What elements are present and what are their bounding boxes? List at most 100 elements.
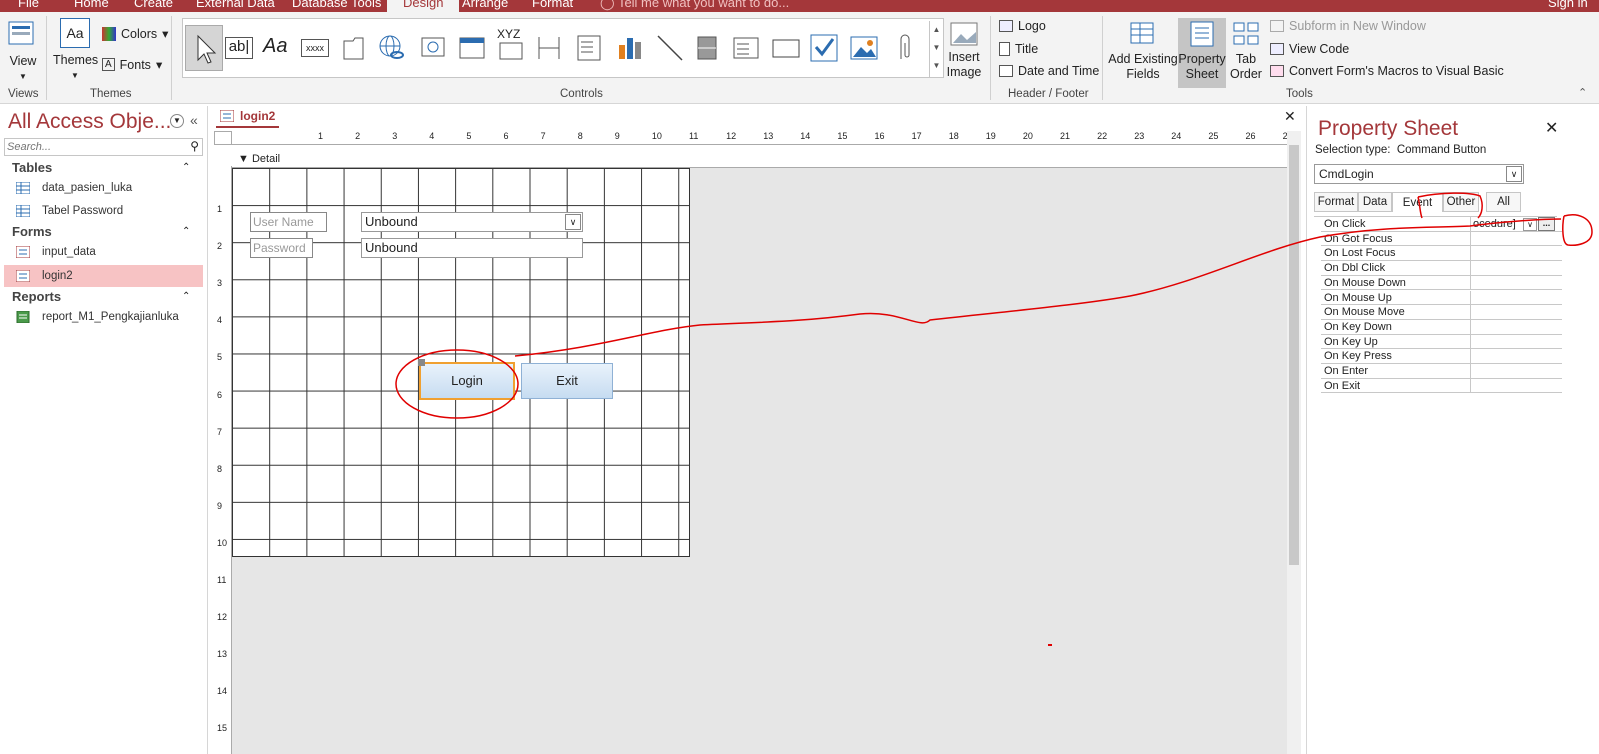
tab-database-tools[interactable]: Database Tools: [292, 0, 381, 10]
view-button[interactable]: View ▼: [6, 20, 40, 84]
ps-tab-event[interactable]: Event: [1392, 192, 1443, 212]
nav-search-input[interactable]: [5, 139, 181, 155]
nav-menu-icon[interactable]: ▼: [170, 114, 184, 128]
convert-macros-button[interactable]: Convert Form's Macros to Visual Basic: [1270, 64, 1504, 78]
chevron-down-icon[interactable]: ∨: [1523, 218, 1537, 231]
chevron-down-icon[interactable]: ∨: [1506, 166, 1522, 182]
vertical-scrollbar[interactable]: [1287, 131, 1301, 754]
close-document-icon[interactable]: ✕: [1284, 108, 1296, 125]
ps-tab-all[interactable]: All: [1486, 192, 1521, 212]
property-value[interactable]: [1471, 305, 1562, 319]
select-pointer-icon[interactable]: [185, 25, 223, 71]
property-row[interactable]: On Key Down: [1321, 319, 1562, 335]
nav-item-tabel-password[interactable]: Tabel Password: [4, 200, 203, 222]
property-value[interactable]: [1471, 276, 1562, 290]
login-button[interactable]: Login: [419, 362, 515, 400]
password-label[interactable]: Password: [250, 238, 313, 258]
object-selector[interactable]: CmdLogin ∨: [1314, 164, 1524, 184]
property-value[interactable]: [1471, 364, 1562, 378]
rectangle-icon[interactable]: [771, 33, 801, 63]
tab-home[interactable]: Home: [74, 0, 109, 10]
image-icon[interactable]: [849, 33, 879, 63]
property-row[interactable]: On Mouse Down: [1321, 275, 1562, 291]
fonts-button[interactable]: A Fonts ▾: [102, 57, 162, 72]
detail-section-bar[interactable]: ▼ Detail: [232, 150, 1287, 168]
property-row[interactable]: On Lost Focus: [1321, 246, 1562, 262]
search-icon[interactable]: ⚲: [190, 139, 199, 153]
tab-arrange[interactable]: Arrange: [462, 0, 508, 10]
property-row[interactable]: On Key Press: [1321, 349, 1562, 364]
tab-create[interactable]: Create: [134, 0, 173, 10]
toggle-button-icon[interactable]: [693, 33, 723, 63]
builder-button[interactable]: ...: [1538, 217, 1555, 231]
property-row[interactable]: On Mouse Move: [1321, 305, 1562, 320]
date-time-button[interactable]: Date and Time: [999, 64, 1099, 78]
nav-item-login2[interactable]: login2: [4, 265, 203, 287]
property-value[interactable]: [1471, 349, 1562, 363]
document-tab-login2[interactable]: login2: [216, 106, 280, 128]
exit-button[interactable]: Exit: [521, 363, 613, 399]
form-selector[interactable]: [214, 131, 232, 145]
close-property-sheet-icon[interactable]: ✕: [1545, 118, 1558, 138]
logo-button[interactable]: Logo: [999, 19, 1046, 33]
property-row[interactable]: On Key Up: [1321, 334, 1562, 350]
nav-item-data-pasien-luka[interactable]: data_pasien_luka: [4, 177, 203, 199]
nav-section-reports[interactable]: Reports: [12, 289, 61, 304]
tab-format[interactable]: Format: [532, 0, 573, 10]
property-row[interactable]: On Enter: [1321, 364, 1562, 379]
label-control-icon[interactable]: Aa: [263, 35, 293, 65]
themes-button[interactable]: Aa Themes ▼: [53, 18, 98, 83]
collapse-ribbon-icon[interactable]: ⌃: [1578, 86, 1587, 99]
page-break-icon[interactable]: [535, 33, 565, 63]
property-value[interactable]: [1471, 232, 1562, 246]
insert-image-button[interactable]: Insert Image: [944, 20, 984, 80]
view-code-button[interactable]: View Code: [1270, 42, 1349, 56]
attachment-icon[interactable]: [889, 33, 919, 63]
button-control-icon[interactable]: xxxx: [301, 39, 329, 57]
collapse-reports-icon[interactable]: ⌃: [182, 291, 190, 302]
scrollbar-thumb[interactable]: [1289, 145, 1299, 565]
tell-me-box[interactable]: ◯ Tell me what you want to do...: [600, 0, 789, 11]
property-sheet-button[interactable]: Property Sheet: [1178, 18, 1226, 88]
property-value[interactable]: [1471, 320, 1562, 334]
nav-item-report[interactable]: report_M1_Pengkajianluka: [4, 306, 203, 328]
ps-tab-other[interactable]: Other: [1443, 192, 1479, 212]
list-box-icon[interactable]: [731, 33, 761, 63]
property-row[interactable]: On Dbl Click: [1321, 261, 1562, 276]
ps-tab-data[interactable]: Data: [1358, 192, 1392, 212]
property-row[interactable]: On Got Focus: [1321, 231, 1562, 247]
nav-search-box[interactable]: ⚲: [4, 138, 203, 156]
username-label[interactable]: User Name: [250, 212, 327, 232]
property-value[interactable]: [1471, 335, 1562, 349]
checkbox-icon[interactable]: [809, 33, 839, 63]
ps-tab-format[interactable]: Format: [1314, 192, 1358, 212]
add-existing-fields-button[interactable]: Add Existing Fields: [1108, 20, 1178, 82]
collapse-forms-icon[interactable]: ⌃: [182, 226, 190, 237]
nav-item-input-data[interactable]: input_data: [4, 241, 203, 263]
option-group-icon[interactable]: XYZ: [497, 27, 527, 60]
nav-title[interactable]: All Access Obje...: [8, 110, 171, 134]
tab-control-icon[interactable]: [341, 33, 371, 63]
hyperlink-icon[interactable]: [377, 33, 407, 63]
sign-in-link[interactable]: Sign in: [1548, 0, 1588, 10]
gallery-scroll[interactable]: ▲ ▼ ▼: [929, 21, 943, 77]
property-value[interactable]: [1471, 261, 1562, 275]
textbox-control-icon[interactable]: ab|: [225, 37, 253, 59]
dropdown-arrow-icon[interactable]: ∨: [565, 214, 581, 230]
line-icon[interactable]: [655, 33, 685, 63]
property-value[interactable]: [1471, 246, 1562, 260]
username-field[interactable]: Unbound ∨: [361, 212, 583, 232]
password-field[interactable]: Unbound: [361, 238, 583, 258]
tab-file[interactable]: File: [18, 0, 39, 10]
combo-box-icon[interactable]: [575, 33, 605, 63]
property-value[interactable]: [1471, 291, 1562, 305]
colors-button[interactable]: Colors ▾: [102, 26, 168, 41]
navigation-control-icon[interactable]: [457, 33, 487, 63]
nav-section-forms[interactable]: Forms: [12, 224, 52, 239]
property-value[interactable]: [1471, 379, 1562, 393]
collapse-tables-icon[interactable]: ⌃: [182, 162, 190, 173]
property-row[interactable]: On Mouse Up: [1321, 290, 1562, 306]
collapse-nav-icon[interactable]: «: [190, 112, 198, 128]
chart-icon[interactable]: [615, 33, 645, 63]
tab-external-data[interactable]: External Data: [196, 0, 275, 10]
